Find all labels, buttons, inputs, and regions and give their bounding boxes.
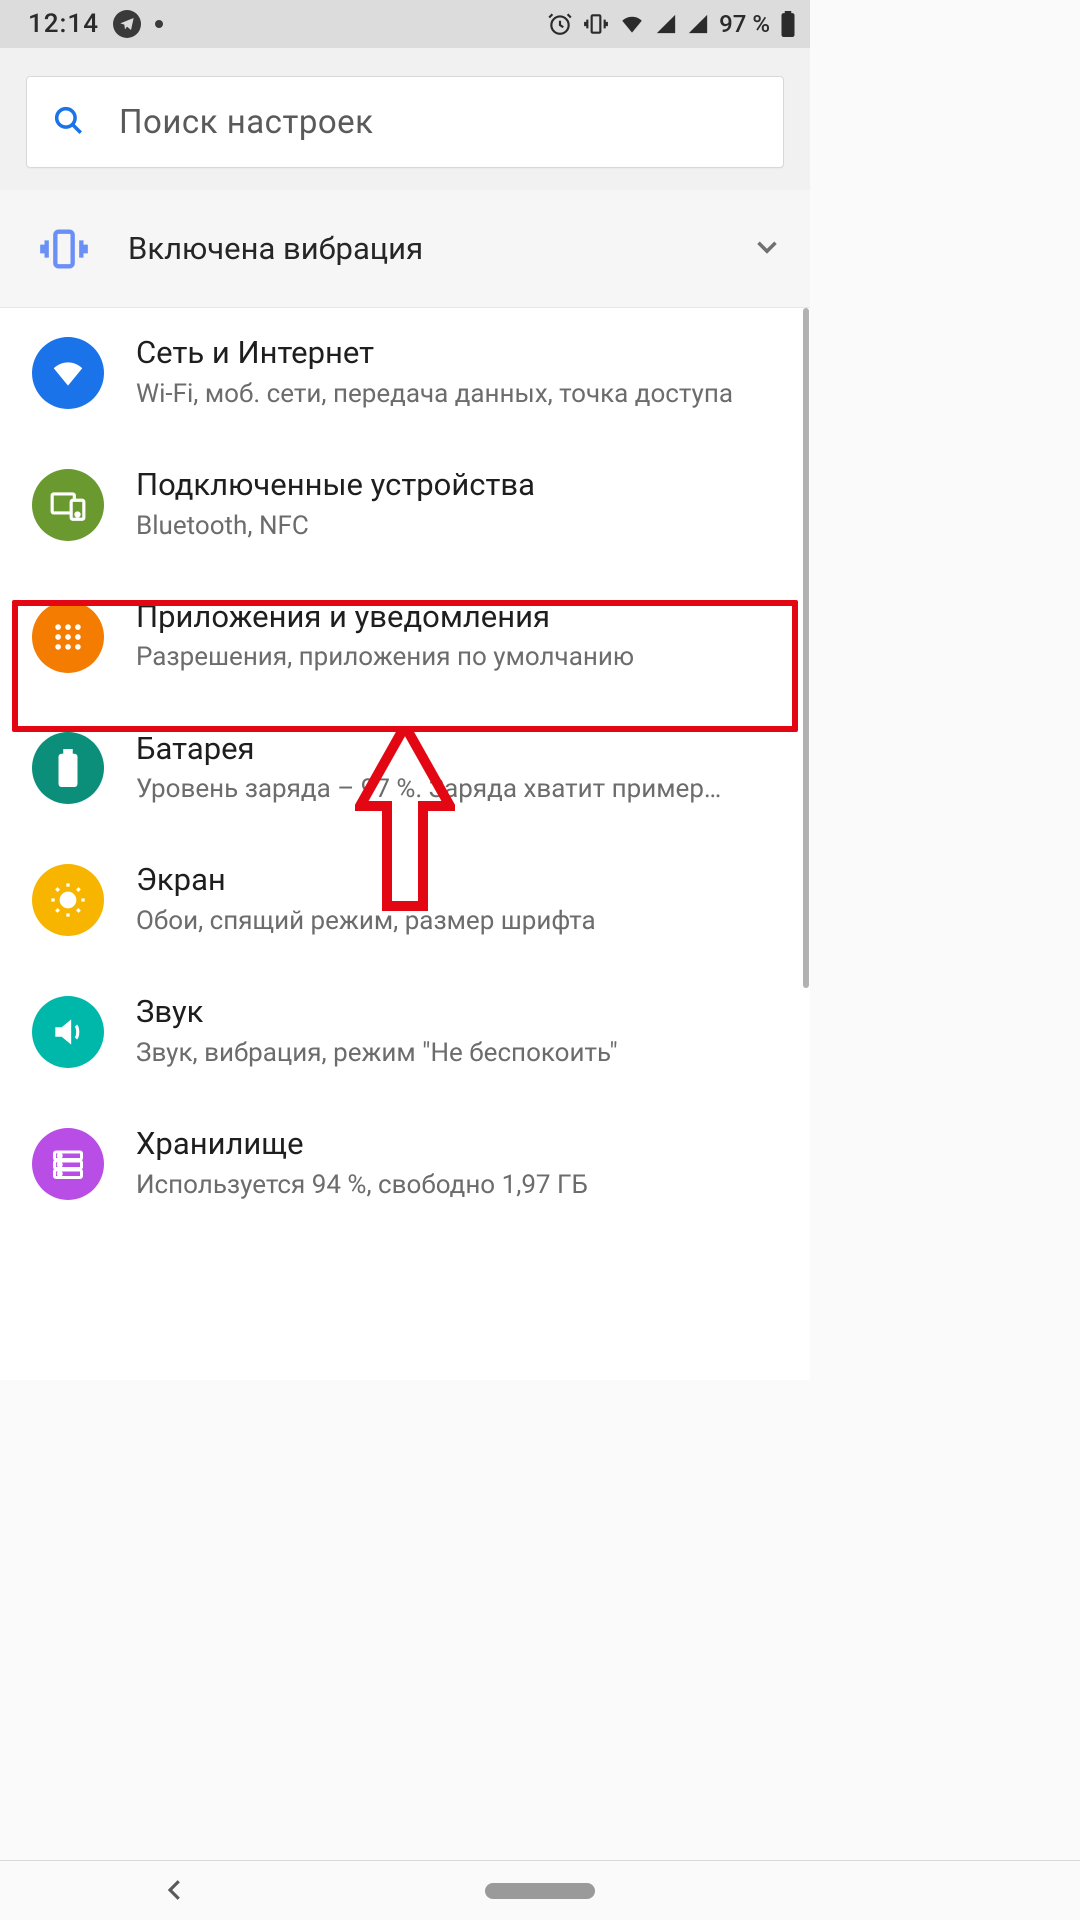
storage-icon	[32, 1128, 104, 1200]
wifi-icon	[619, 11, 645, 37]
item-title: Сеть и Интернет	[136, 334, 733, 373]
item-title: Экран	[136, 861, 596, 900]
telegram-icon	[113, 10, 141, 38]
item-subtitle: Обои, спящий режим, размер шрифта	[136, 904, 596, 939]
settings-item-connected-devices[interactable]: Подключенные устройства Bluetooth, NFC	[0, 440, 810, 572]
battery-percent: 97 %	[719, 10, 770, 38]
signal-2-icon	[687, 13, 709, 35]
item-title: Звук	[136, 993, 618, 1032]
item-subtitle: Разрешения, приложения по умолчанию	[136, 640, 634, 675]
settings-header: Поиск настроек	[0, 48, 810, 190]
brightness-icon	[32, 864, 104, 936]
sound-mode-label: Включена вибрация	[96, 230, 750, 267]
chevron-down-icon	[750, 230, 784, 268]
status-bar: 12:14 97 %	[0, 0, 810, 48]
item-subtitle: Уровень заряда – 97 %. Заряда хватит при…	[136, 772, 721, 807]
wifi-circle-icon	[32, 337, 104, 409]
sound-icon	[32, 996, 104, 1068]
item-title: Подключенные устройства	[136, 466, 535, 505]
search-settings-input[interactable]: Поиск настроек	[26, 76, 784, 168]
item-subtitle: Wi-Fi, моб. сети, передача данных, точка…	[136, 377, 733, 412]
apps-icon	[32, 601, 104, 673]
item-title: Приложения и уведомления	[136, 598, 634, 637]
notification-dot-icon	[155, 20, 163, 28]
item-subtitle: Bluetooth, NFC	[136, 509, 535, 544]
item-subtitle: Используется 94 %, свободно 1,97 ГБ	[136, 1168, 588, 1203]
status-clock: 12:14	[28, 9, 99, 39]
nav-home-pill[interactable]	[485, 1883, 595, 1899]
vibrate-mode-icon	[32, 223, 96, 275]
nav-back-button[interactable]	[160, 1875, 190, 1909]
scrollbar[interactable]	[803, 308, 809, 988]
settings-list: Сеть и Интернет Wi-Fi, моб. сети, переда…	[0, 308, 810, 1380]
search-icon	[51, 103, 85, 141]
search-placeholder: Поиск настроек	[119, 103, 374, 142]
settings-item-sound[interactable]: Звук Звук, вибрация, режим "Не беспокоит…	[0, 967, 810, 1099]
settings-item-battery[interactable]: Батарея Уровень заряда – 97 %. Заряда хв…	[0, 704, 810, 836]
navigation-bar	[0, 1860, 1080, 1920]
sound-mode-row[interactable]: Включена вибрация	[0, 190, 810, 308]
item-title: Хранилище	[136, 1125, 588, 1164]
status-right: 97 %	[547, 10, 796, 38]
item-subtitle: Звук, вибрация, режим "Не беспокоить"	[136, 1036, 618, 1071]
settings-item-network[interactable]: Сеть и Интернет Wi-Fi, моб. сети, переда…	[0, 308, 810, 440]
status-left: 12:14	[28, 9, 163, 39]
battery-circle-icon	[32, 732, 104, 804]
vibrate-icon	[583, 11, 609, 37]
settings-item-storage[interactable]: Хранилище Используется 94 %, свободно 1,…	[0, 1099, 810, 1231]
settings-item-display[interactable]: Экран Обои, спящий режим, размер шрифта	[0, 835, 810, 967]
battery-icon	[780, 11, 796, 37]
signal-1-icon	[655, 13, 677, 35]
settings-item-apps-notifications[interactable]: Приложения и уведомления Разрешения, при…	[0, 572, 810, 704]
alarm-icon	[547, 11, 573, 37]
item-title: Батарея	[136, 730, 721, 769]
devices-icon	[32, 469, 104, 541]
